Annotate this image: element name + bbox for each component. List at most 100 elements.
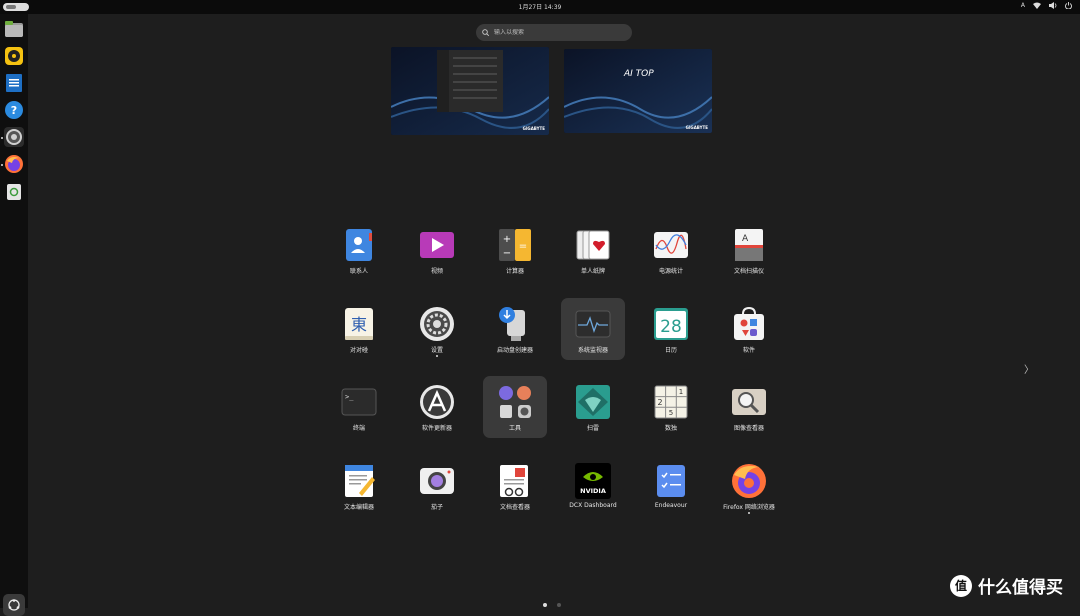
svg-text:+: + (503, 234, 511, 245)
document-viewer-icon (500, 465, 528, 497)
workspace-thumbnail-2[interactable]: AI TOP GIGABYTE (564, 49, 712, 133)
watermark-text: 什么值得买 (978, 578, 1063, 598)
svg-text:−: − (503, 248, 511, 259)
clock[interactable]: 1月27日 14:39 (0, 2, 1080, 11)
app-terminal[interactable]: >_ 终端 (327, 376, 391, 438)
wallpaper-brand: GIGABYTE (685, 125, 708, 130)
svg-text:東: 東 (351, 315, 367, 334)
app-startup-disk-creator[interactable]: 启动盘创建器 (483, 298, 547, 360)
workspace-wallpaper (564, 49, 712, 133)
watermark: 值 什么值得买 (950, 573, 1063, 598)
settings-icon (6, 129, 22, 145)
solitaire-icon (576, 230, 610, 260)
app-firefox[interactable]: Firefox 网络浏览器 (717, 455, 781, 517)
startup-disk-creator-icon (499, 307, 525, 341)
workspace-thumbnail-1[interactable]: GIGABYTE (391, 47, 549, 135)
watermark-logo: 值 (950, 574, 972, 597)
sudoku-icon: 2 1 5 (654, 385, 688, 419)
help-icon: ? (5, 101, 23, 119)
power-icon[interactable] (1065, 2, 1072, 11)
apps-grid-icon (8, 599, 20, 611)
app-image-viewer[interactable]: 图像查看器 (717, 376, 781, 438)
search-input[interactable] (494, 29, 614, 36)
app-videos[interactable]: 视频 (405, 219, 469, 281)
svg-text:=: = (519, 241, 527, 252)
svg-text:2: 2 (657, 398, 662, 407)
app-power-statistics[interactable]: 电源统计 (639, 219, 703, 281)
contacts-icon (346, 229, 372, 261)
volume-icon[interactable] (1049, 2, 1057, 11)
app-document-scanner[interactable]: A 文档扫描仪 (717, 219, 781, 281)
svg-text:?: ? (11, 104, 17, 117)
app-mines[interactable]: 扫雷 (561, 376, 625, 438)
app-software[interactable]: 软件 (717, 298, 781, 360)
svg-text:NVIDIA: NVIDIA (580, 487, 606, 495)
dock-item-settings[interactable] (4, 127, 24, 147)
app-contacts[interactable]: 联系人 (327, 219, 391, 281)
software-updater-icon (420, 385, 454, 419)
app-software-updater[interactable]: 软件更新器 (405, 376, 469, 438)
app-sudoku[interactable]: 215 数独 (639, 376, 703, 438)
show-applications-button[interactable] (3, 594, 25, 616)
page-dot-2[interactable] (557, 603, 561, 607)
firefox-icon (5, 155, 23, 173)
running-indicator (436, 355, 438, 357)
search-bar[interactable] (476, 24, 632, 41)
running-indicator (1, 164, 3, 166)
next-page-arrow-icon[interactable]: 〉 (1024, 361, 1034, 376)
endeavour-icon (657, 465, 685, 497)
app-text-editor[interactable]: 文本编辑器 (327, 455, 391, 517)
videos-icon (420, 232, 454, 258)
app-settings[interactable]: 设置 (405, 298, 469, 360)
trash-icon (7, 184, 21, 200)
app-cheese[interactable]: 茄子 (405, 455, 469, 517)
running-indicator (1, 137, 3, 139)
calculator-icon: + −= (499, 229, 531, 261)
firefox-icon (732, 464, 766, 498)
page-indicator (543, 603, 561, 607)
search-icon (482, 29, 489, 36)
dock-item-firefox[interactable] (4, 154, 24, 174)
software-icon (734, 306, 764, 340)
system-tray[interactable]: A (1021, 2, 1072, 11)
running-indicator (748, 512, 750, 514)
app-document-viewer[interactable]: 文档查看器 (483, 455, 547, 517)
writer-icon (6, 74, 22, 92)
network-icon[interactable] (1033, 2, 1041, 11)
page-dot-1[interactable] (543, 603, 547, 607)
dock-item-help[interactable]: ? (4, 100, 24, 120)
text-editor-icon (345, 465, 375, 497)
music-player-icon (5, 47, 23, 65)
dock: ? (0, 14, 28, 616)
dock-item-writer[interactable] (4, 73, 24, 93)
nvidia-icon: NVIDIA (575, 463, 611, 499)
terminal-icon: >_ (341, 388, 377, 416)
app-solitaire[interactable]: 单人纸牌 (561, 219, 625, 281)
app-calculator[interactable]: + − = 计算器 (483, 219, 547, 281)
cheese-icon (420, 468, 454, 494)
calendar-icon: 28 (654, 308, 688, 340)
document-scanner-icon: A (735, 229, 763, 261)
app-system-monitor[interactable]: 系统监视器 (561, 298, 625, 360)
dock-item-files[interactable] (4, 19, 24, 39)
workspace-wallpaper (391, 47, 549, 135)
app-calendar[interactable]: 28 日历 (639, 298, 703, 360)
settings-icon (420, 307, 454, 341)
dock-item-trash[interactable] (4, 181, 24, 201)
app-mahjongg[interactable]: 東 对对碰 (327, 298, 391, 360)
svg-text:A: A (742, 234, 749, 244)
wallpaper-brand: GIGABYTE (522, 126, 545, 131)
app-dcx-dashboard[interactable]: NVIDIA DCX Dashboard (561, 455, 625, 517)
app-utilities-folder[interactable]: 工具 (483, 376, 547, 438)
svg-text:1: 1 (679, 388, 683, 396)
file-manager-icon (5, 21, 23, 37)
app-grid: 联系人 视频 + − = 计算器 单人纸牌 电源统计 A 文档扫描仪 東 对对碰 设… (327, 219, 795, 539)
mahjongg-icon: 東 (345, 308, 373, 340)
dock-item-rhythmbox[interactable] (4, 46, 24, 66)
svg-text:>_: >_ (345, 393, 354, 401)
svg-text:5: 5 (669, 409, 673, 417)
wallpaper-logo: AI TOP (624, 69, 654, 79)
input-method-indicator[interactable]: A (1021, 2, 1025, 11)
app-endeavour[interactable]: Endeavour (639, 455, 703, 517)
top-bar: 1月27日 14:39 A (0, 0, 1080, 14)
